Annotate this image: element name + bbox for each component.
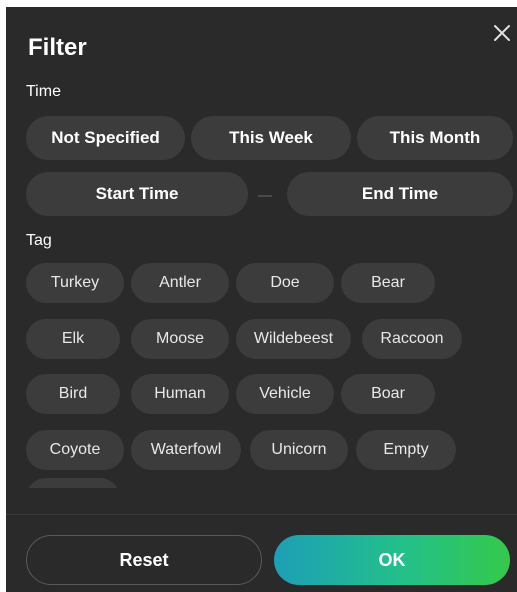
tag-unicorn[interactable]: Unicorn <box>250 430 348 470</box>
tag-elk[interactable]: Elk <box>26 319 120 359</box>
time-section-label: Time <box>26 83 61 100</box>
filter-panel: Filter Time Not Specified This Week This… <box>6 7 517 592</box>
tag-human[interactable]: Human <box>131 374 229 414</box>
tag-turkey[interactable]: Turkey <box>26 263 124 303</box>
tag-antler[interactable]: Antler <box>131 263 229 303</box>
tag-vehicle[interactable]: Vehicle <box>236 374 334 414</box>
ok-button[interactable]: OK <box>274 535 510 585</box>
time-not-specified-button[interactable]: Not Specified <box>26 116 185 160</box>
time-this-week-button[interactable]: This Week <box>191 116 351 160</box>
page-title: Filter <box>28 34 87 61</box>
reset-button[interactable]: Reset <box>26 535 262 585</box>
tag-raccoon[interactable]: Raccoon <box>362 319 462 359</box>
tag-bird[interactable]: Bird <box>26 374 120 414</box>
footer-divider <box>6 514 517 515</box>
tag-empty[interactable]: Empty <box>356 430 456 470</box>
tag-doe[interactable]: Doe <box>236 263 334 303</box>
close-icon[interactable] <box>490 21 514 45</box>
tag-coyote[interactable]: Coyote <box>26 430 124 470</box>
tag-bear[interactable]: Bear <box>341 263 435 303</box>
end-time-button[interactable]: End Time <box>287 172 513 216</box>
tag-list: Turkey Antler Doe Bear Elk Moose Wildebe… <box>26 263 506 488</box>
range-separator <box>258 195 272 197</box>
time-this-month-button[interactable]: This Month <box>357 116 513 160</box>
tag-waterfowl[interactable]: Waterfowl <box>131 430 241 470</box>
start-time-button[interactable]: Start Time <box>26 172 248 216</box>
tag-wildebeest[interactable]: Wildebeest <box>236 319 351 359</box>
tag-boar[interactable]: Boar <box>341 374 435 414</box>
tag-partially-hidden[interactable] <box>26 478 120 488</box>
tag-moose[interactable]: Moose <box>131 319 229 359</box>
tag-section-label: Tag <box>26 232 52 249</box>
